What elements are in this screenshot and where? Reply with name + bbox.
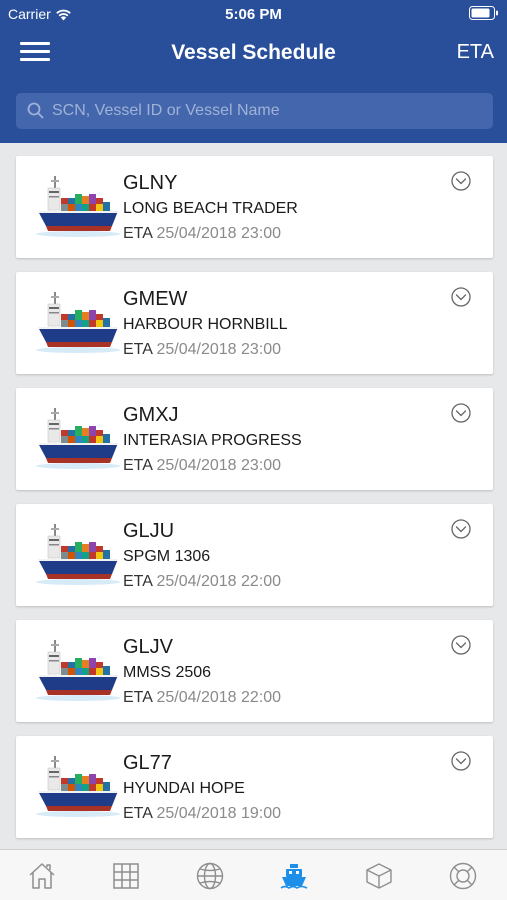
search-bar xyxy=(0,80,507,143)
vessel-card[interactable]: GLJU SPGM 1306 ETA 25/04/2018 22:00 xyxy=(16,504,493,606)
vessel-code: GMEW xyxy=(123,288,188,310)
box-icon[interactable] xyxy=(364,861,394,891)
page-title: Vessel Schedule xyxy=(171,41,336,64)
ship-icon[interactable] xyxy=(279,861,309,891)
eta-value: 25/04/2018 23:00 xyxy=(156,457,282,474)
eta-value: 25/04/2018 22:00 xyxy=(156,689,282,706)
vessel-eta: ETA 25/04/2018 22:00 xyxy=(123,689,281,707)
vessel-name: LONG BEACH TRADER xyxy=(123,200,298,217)
eta-value: 25/04/2018 23:00 xyxy=(156,225,282,242)
ship-image xyxy=(35,755,120,818)
chevron-down-icon[interactable] xyxy=(451,751,471,771)
ship-image xyxy=(35,639,120,702)
eta-label: ETA xyxy=(123,341,153,358)
globe-icon[interactable] xyxy=(195,861,225,891)
vessel-eta: ETA 25/04/2018 23:00 xyxy=(123,341,281,359)
status-time: 5:06 PM xyxy=(225,6,282,23)
chevron-down-icon[interactable] xyxy=(451,403,471,423)
chevron-down-icon[interactable] xyxy=(451,171,471,191)
vessel-card[interactable]: GLJV MMSS 2506 ETA 25/04/2018 22:00 xyxy=(16,620,493,722)
vessel-eta: ETA 25/04/2018 19:00 xyxy=(123,805,281,823)
search-box[interactable] xyxy=(16,93,493,129)
eta-label: ETA xyxy=(123,225,153,242)
home-icon[interactable] xyxy=(27,861,57,891)
search-input[interactable] xyxy=(52,93,482,129)
eta-label: ETA xyxy=(123,689,153,706)
chevron-down-icon[interactable] xyxy=(451,635,471,655)
tab-bar xyxy=(0,849,507,900)
chevron-down-icon[interactable] xyxy=(451,519,471,539)
vessel-code: GLJV xyxy=(123,636,174,658)
vessel-name: SPGM 1306 xyxy=(123,548,211,565)
vessel-eta: ETA 25/04/2018 23:00 xyxy=(123,225,281,243)
ship-image xyxy=(35,291,120,354)
vessel-name: MMSS 2506 xyxy=(123,664,212,681)
eta-label: ETA xyxy=(123,457,153,474)
grid-icon[interactable] xyxy=(111,861,141,891)
ship-image xyxy=(35,407,120,470)
vessel-code: GLJU xyxy=(123,520,175,542)
battery-icon xyxy=(469,6,499,23)
lifebuoy-icon[interactable] xyxy=(448,861,478,891)
eta-sort-button[interactable]: ETA xyxy=(457,41,494,64)
search-icon xyxy=(27,102,44,119)
eta-value: 25/04/2018 19:00 xyxy=(156,805,282,822)
ship-image xyxy=(35,175,120,238)
vessel-card[interactable]: GL77 HYUNDAI HOPE ETA 25/04/2018 19:00 xyxy=(16,736,493,838)
vessel-code: GMXJ xyxy=(123,404,179,426)
vessel-eta: ETA 25/04/2018 22:00 xyxy=(123,573,281,591)
eta-value: 25/04/2018 22:00 xyxy=(156,573,282,590)
vessel-name: HYUNDAI HOPE xyxy=(123,780,245,797)
navigation-bar: Vessel Schedule ETA xyxy=(0,28,507,80)
vessel-code: GLNY xyxy=(123,172,178,194)
vessel-list: GLNY LONG BEACH TRADER ETA 25/04/2018 23… xyxy=(0,143,507,849)
vessel-card[interactable]: GMXJ INTERASIA PROGRESS ETA 25/04/2018 2… xyxy=(16,388,493,490)
vessel-name: HARBOUR HORNBILL xyxy=(123,316,288,333)
vessel-card[interactable]: GLNY LONG BEACH TRADER ETA 25/04/2018 23… xyxy=(16,156,493,258)
vessel-eta: ETA 25/04/2018 23:00 xyxy=(123,457,281,475)
chevron-down-icon[interactable] xyxy=(451,287,471,307)
vessel-card[interactable]: GMEW HARBOUR HORNBILL ETA 25/04/2018 23:… xyxy=(16,272,493,374)
eta-label: ETA xyxy=(123,805,153,822)
ship-image xyxy=(35,523,120,586)
eta-value: 25/04/2018 23:00 xyxy=(156,341,282,358)
vessel-code: GL77 xyxy=(123,752,172,774)
vessel-name: INTERASIA PROGRESS xyxy=(123,432,302,449)
status-bar: Carrier 5:06 PM xyxy=(0,0,507,28)
eta-label: ETA xyxy=(123,573,153,590)
